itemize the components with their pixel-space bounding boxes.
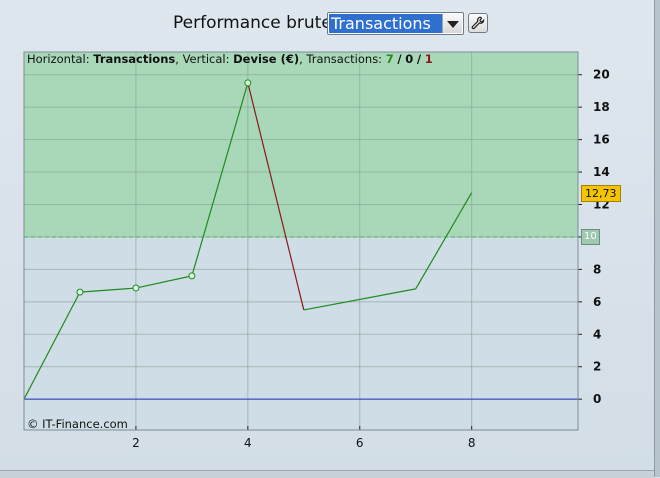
performance-chart: 024681214161820 2468 — [23, 51, 610, 450]
vertical-label: Vertical: — [182, 52, 230, 66]
last-value-badge: 12,73 — [581, 184, 621, 202]
y-tick-label: 18 — [593, 100, 610, 114]
x-tick-label: 6 — [356, 436, 364, 450]
y-tick-label: 20 — [593, 68, 610, 82]
y-tick-label: 2 — [593, 360, 601, 374]
separator: , — [175, 52, 179, 66]
slash: / — [397, 52, 402, 66]
window-frame-right — [654, 0, 660, 477]
trade-marker — [188, 272, 196, 280]
threshold-badge: 10 — [581, 228, 600, 245]
y-tick-label: 14 — [593, 165, 610, 179]
x-tick-label: 8 — [468, 436, 476, 450]
separator: , — [299, 52, 303, 66]
copyright-text: © IT-Finance.com — [27, 417, 128, 431]
y-tick-label: 0 — [593, 392, 601, 406]
horizontal-label: Horizontal: — [27, 52, 90, 66]
profit-zone — [24, 52, 578, 237]
losses-count: 1 — [424, 52, 433, 66]
vertical-value: Devise (€) — [233, 52, 300, 66]
trade-marker — [132, 284, 140, 292]
neutral-count: 0 — [405, 52, 414, 66]
trade-marker — [244, 79, 252, 87]
y-tick-label: 16 — [593, 133, 610, 147]
x-tick-label: 2 — [132, 436, 140, 450]
trade-marker — [76, 288, 84, 296]
x-tick-label: 4 — [244, 436, 252, 450]
horizontal-value: Transactions — [93, 52, 176, 66]
wins-count: 7 — [385, 52, 394, 66]
transactions-label: Transactions: — [306, 52, 383, 66]
app-window: Performance brute Transactions 0 2 4 6 8 12 14… — [0, 0, 660, 477]
y-tick-label: 4 — [593, 327, 601, 341]
y-tick-label: 6 — [593, 295, 601, 309]
slash: / — [416, 52, 422, 66]
y-tick-label: 8 — [593, 262, 601, 276]
chart-info-line: Horizontal: Transactions, Vertical: Devi… — [27, 52, 433, 66]
